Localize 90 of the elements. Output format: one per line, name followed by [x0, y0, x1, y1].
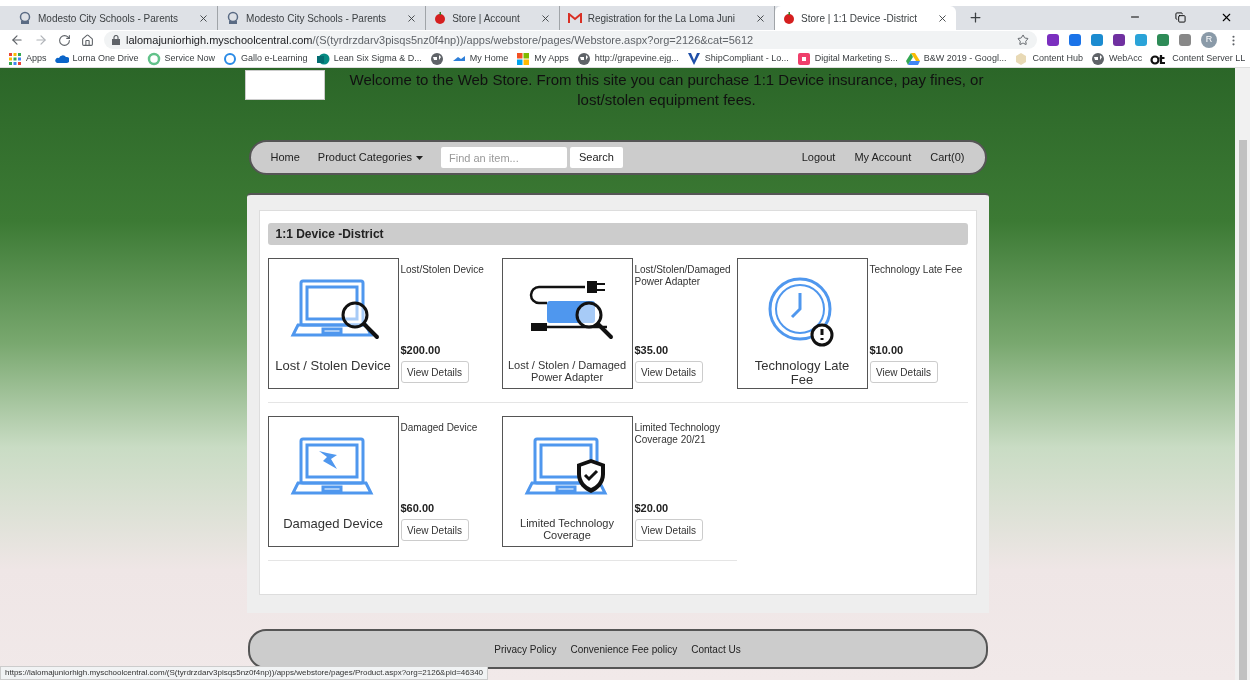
close-icon[interactable]	[755, 12, 767, 24]
search-field[interactable]: Find an item...	[441, 147, 567, 168]
image-caption: Technology Late Fee	[753, 359, 851, 387]
nav-link[interactable]: Product Categories	[317, 149, 423, 166]
apple-icon	[434, 11, 447, 25]
product-name[interactable]: Lost/Stolen/Damaged Power Adapter	[634, 264, 733, 288]
product-image[interactable]: Lost / Stolen Device	[267, 258, 399, 389]
new-tab-icon[interactable]	[968, 10, 984, 25]
tab-title: Modesto City Schools - Parents	[246, 11, 387, 26]
product-image[interactable]: Technology Late Fee	[736, 258, 868, 389]
image-caption: Limited Technology Coverage	[519, 517, 615, 541]
bookmark-link[interactable]: My Home	[469, 51, 509, 66]
footer-link[interactable]: Contact Us	[691, 641, 741, 657]
nav-link[interactable]: My Account	[854, 149, 912, 166]
back-icon[interactable]	[10, 33, 24, 47]
nav-link[interactable]: Logout	[801, 149, 836, 166]
bookmark-link[interactable]: Digital Marketing S...	[814, 51, 898, 66]
footer-link[interactable]: Privacy Policy	[494, 641, 557, 657]
reload-icon[interactable]	[58, 33, 71, 47]
close-icon[interactable]	[937, 12, 949, 24]
product-name[interactable]: Limited Technology Coverage 20/21	[634, 422, 733, 446]
scrollbar[interactable]	[1235, 68, 1250, 680]
school-icon	[226, 11, 241, 25]
apple-icon	[783, 11, 796, 25]
mail-icon	[567, 12, 582, 24]
view-details-button[interactable]: View Details	[634, 519, 703, 541]
product-price: $60.00	[400, 500, 436, 516]
school-icon	[18, 11, 32, 25]
star-icon[interactable]	[1017, 34, 1029, 46]
status-url: https://lalomajuniorhigh.myschoolcentral.com/(S(tyrdrzdarv3pisqs5nz0f4np))/apps/webstore/pages/Product.aspx?org=2126&pid=46340	[0, 666, 489, 680]
product-name[interactable]: Technology Late Fee	[869, 264, 968, 276]
image-caption: Damaged Device	[282, 517, 384, 531]
product-price: $20.00	[634, 500, 670, 516]
view-details-button[interactable]: View Details	[400, 519, 469, 541]
extension-icon[interactable]	[1113, 34, 1125, 46]
image-caption: Lost / Stolen Device	[274, 359, 392, 373]
close-icon[interactable]	[198, 12, 210, 24]
bookmark-link[interactable]: Lean Six Sigma & D...	[333, 51, 422, 66]
bookmark-link[interactable]: Lorna One Drive	[72, 51, 139, 66]
tab-title: Store | 1:1 Device -District	[801, 11, 918, 26]
tab-title: Store | Account	[452, 11, 520, 26]
drive-icon	[905, 51, 920, 66]
bookmark-link[interactable]: Content Server LL	[1172, 51, 1246, 66]
nav-link[interactable]: Cart(0)	[930, 149, 965, 166]
nav-link[interactable]: Home	[270, 149, 300, 166]
close-icon[interactable]	[539, 12, 551, 24]
lock-icon	[112, 35, 120, 45]
bookmark-link[interactable]: http://grapevine.ejg...	[594, 51, 679, 66]
search-button[interactable]: Search	[570, 147, 623, 168]
bookmark-link[interactable]: B&W 2019 - Googl...	[923, 51, 1007, 66]
bookmark-link[interactable]: Apps	[26, 51, 47, 66]
caret-icon	[416, 155, 423, 160]
product-image[interactable]: Damaged Device	[267, 416, 399, 547]
view-details-button[interactable]: View Details	[400, 361, 469, 383]
footer-link[interactable]: Convenience Fee policy	[570, 641, 678, 657]
ring-icon	[146, 51, 161, 66]
apps-grid-icon	[8, 51, 22, 66]
view-details-button[interactable]: View Details	[869, 361, 938, 383]
product-price: $200.00	[400, 342, 442, 358]
circle-icon	[223, 51, 238, 66]
product-image[interactable]: Lost / Stolen / Damaged Power Adapter	[501, 258, 633, 389]
view-details-button[interactable]: View Details	[634, 361, 703, 383]
tab-title: Modesto City Schools - Parents	[38, 11, 179, 26]
address-bar[interactable]: lalomajuniorhigh.myschoolcentral.com/(S(tyrdrzdarv3pisqs5nz0f4np))/apps/webstore/pages/Webstore.aspx?org=2126&cat=5612	[104, 31, 1037, 49]
windows-icon	[516, 51, 531, 66]
product-name[interactable]: Damaged Device	[400, 422, 499, 434]
extension-icon[interactable]	[1069, 34, 1081, 46]
extension-icon[interactable]	[1157, 34, 1169, 46]
bookmark-link[interactable]: WebAcc	[1108, 51, 1143, 66]
close-icon[interactable]	[1220, 11, 1233, 24]
product-price: $35.00	[634, 342, 670, 358]
extension-icon[interactable]	[1179, 34, 1191, 46]
bookmark-link[interactable]: Service Now	[164, 51, 216, 66]
restore-icon[interactable]	[1175, 12, 1186, 23]
product-name[interactable]: Lost/Stolen Device	[400, 264, 499, 276]
browser-tab[interactable]: Store | 1:1 Device -District	[775, 6, 957, 30]
bookmark-link[interactable]: Content Hub	[1032, 51, 1083, 66]
bookmark-link[interactable]: My Apps	[534, 51, 569, 66]
product-price: $10.00	[869, 342, 905, 358]
extension-icon[interactable]	[1091, 34, 1103, 46]
bookmark-link[interactable]: Gallo e-Learning	[241, 51, 308, 66]
welcome-text: Welcome to the Web Store. From this site you can purchase 1:1 Device insurance, pay fines, or lost/stolen equipment fees.	[348, 70, 985, 110]
category-header: 1:1 Device -District	[267, 223, 968, 245]
url-text: lalomajuniorhigh.myschoolcentral.com/(S(tyrdrzdarv3pisqs5nz0f4np))/apps/webstore/pages/Webstore.aspx?org=2126&cat=5612	[126, 32, 754, 48]
product-image[interactable]: Limited Technology Coverage	[501, 416, 633, 547]
tab-title: Registration for the La Loma Juni	[587, 11, 736, 26]
close-icon[interactable]	[406, 12, 418, 24]
image-caption: Lost / Stolen / Damaged Power Adapter	[507, 359, 627, 383]
bookmark-link[interactable]: ShipCompliant - Lo...	[704, 51, 789, 66]
extension-icon[interactable]	[1047, 34, 1059, 46]
